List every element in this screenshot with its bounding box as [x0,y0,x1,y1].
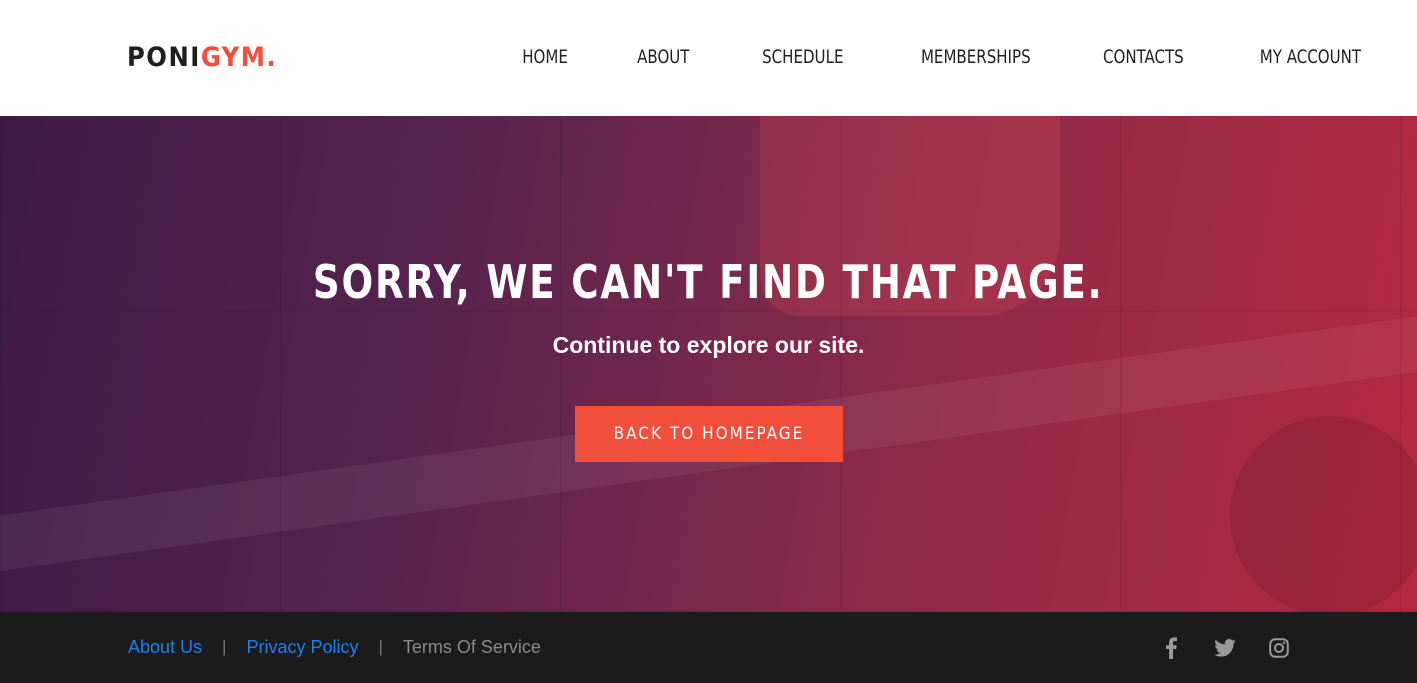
nav-item-my-account[interactable]: MY ACCOUNT [1260,44,1361,70]
site-footer: About Us | Privacy Policy | Terms Of Ser… [0,612,1417,683]
logo-text-primary: PONI [127,42,201,73]
footer-separator: | [222,637,227,656]
nav-item-home[interactable]: HOME [522,44,568,70]
instagram-icon[interactable] [1265,634,1293,662]
error-title: SORRY, WE CAN'T FIND THAT PAGE. [0,252,1417,312]
error-title-text: SORRY, WE CAN'T FIND THAT PAGE. [313,255,1104,309]
main-nav: HOME ABOUT SCHEDULE MEMBERSHIPS CONTACTS… [516,44,1361,70]
footer-link-about-us[interactable]: About Us [128,636,202,658]
facebook-icon[interactable] [1157,634,1185,662]
footer-link-terms-of-service[interactable]: Terms Of Service [403,636,541,658]
nav-item-schedule[interactable]: SCHEDULE [762,44,843,70]
twitter-icon[interactable] [1211,634,1239,662]
logo-text-accent: GYM. [200,42,278,73]
error-subtitle: Continue to explore our site. [552,332,865,358]
hero-background-shape [1230,416,1417,612]
nav-item-about[interactable]: ABOUT [637,44,689,70]
back-to-homepage-button[interactable]: BACK TO HOMEPAGE [575,406,843,462]
social-links [1157,634,1293,662]
nav-item-memberships[interactable]: MEMBERSHIPS [921,44,1031,70]
footer-link-privacy-policy[interactable]: Privacy Policy [246,636,358,658]
footer-links: About Us | Privacy Policy | Terms Of Ser… [128,636,541,658]
logo[interactable]: PONIGYM. [127,42,277,74]
footer-separator: | [378,637,383,656]
site-header: PONIGYM. HOME ABOUT SCHEDULE MEMBERSHIPS… [0,0,1417,116]
hero-banner: SORRY, WE CAN'T FIND THAT PAGE. Continue… [0,116,1417,612]
nav-item-contacts[interactable]: CONTACTS [1103,44,1184,70]
